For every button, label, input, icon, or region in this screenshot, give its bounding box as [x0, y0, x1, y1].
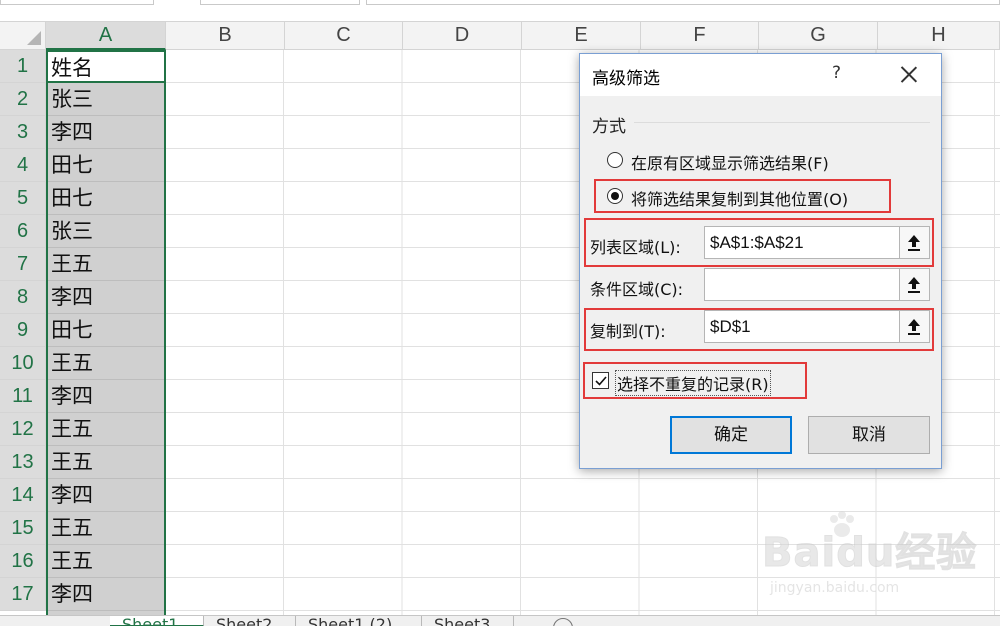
row-header[interactable]: 14: [0, 479, 46, 512]
row-header[interactable]: 2: [0, 83, 46, 116]
close-icon[interactable]: [898, 63, 920, 85]
column-header-h[interactable]: H: [878, 22, 1000, 50]
list-range-input[interactable]: $A$1:$A$21: [704, 226, 900, 259]
cell-a[interactable]: 田七: [48, 314, 164, 347]
list-range-collapse-button[interactable]: [900, 226, 930, 259]
advanced-filter-dialog: 高级筛选 ? 方式 在原有区域显示筛选结果(F) 将筛选结果复制到其他位置(O)…: [579, 53, 942, 469]
row-header[interactable]: 8: [0, 281, 46, 314]
copy-to-input[interactable]: $D$1: [704, 310, 900, 343]
dialog-title: 高级筛选: [592, 69, 660, 89]
row-header[interactable]: 11: [0, 380, 46, 413]
row-header[interactable]: 5: [0, 182, 46, 215]
cancel-button[interactable]: 取消: [808, 416, 930, 454]
sheet-tab-sheet2[interactable]: Sheet2: [204, 616, 296, 626]
cell-a[interactable]: 田七: [48, 149, 164, 182]
cell-a[interactable]: 张三: [48, 83, 164, 116]
mode-group-label: 方式: [592, 117, 626, 137]
unique-records-checkbox[interactable]: [592, 372, 609, 389]
collapse-arrow-icon: [908, 277, 920, 293]
cell-a[interactable]: 王五: [48, 413, 164, 446]
row-header[interactable]: 16: [0, 545, 46, 578]
collapse-arrow-icon: [908, 235, 920, 251]
unique-records-label[interactable]: 选择不重复的记录(R): [615, 370, 771, 396]
row-header[interactable]: 9: [0, 314, 46, 347]
sheet-tab-sheet1-2[interactable]: Sheet1 (2): [296, 616, 422, 626]
criteria-range-label: 条件区域(C):: [590, 280, 684, 299]
dialog-titlebar: 高级筛选 ?: [580, 54, 941, 96]
cell-a[interactable]: 李四: [48, 479, 164, 512]
row-header[interactable]: 4: [0, 149, 46, 182]
column-header-a[interactable]: A: [46, 22, 166, 50]
sheet-tab-sheet1[interactable]: Sheet1: [110, 616, 204, 626]
criteria-range-input[interactable]: [704, 268, 900, 301]
cell-a[interactable]: 王五: [48, 347, 164, 380]
checkmark-icon: [595, 376, 607, 386]
cell-a[interactable]: 张三: [48, 215, 164, 248]
row-header[interactable]: 17: [0, 578, 46, 611]
row-header[interactable]: 10: [0, 347, 46, 380]
formula-input[interactable]: [366, 0, 1000, 5]
watermark-brand: Baidu经验: [761, 530, 978, 577]
active-cell-a1[interactable]: 姓名: [48, 50, 164, 83]
collapse-arrow-icon: [908, 319, 920, 335]
cell-a[interactable]: 李四: [48, 281, 164, 314]
criteria-range-collapse-button[interactable]: [900, 268, 930, 301]
formula-bar-area: [0, 0, 1000, 22]
column-header-f[interactable]: F: [641, 22, 759, 50]
cell-a[interactable]: 王五: [48, 512, 164, 545]
list-range-label: 列表区域(L):: [590, 238, 681, 257]
cell-a[interactable]: 王五: [48, 545, 164, 578]
group-divider: [634, 122, 930, 123]
watermark-url: jingyan.baidu.com: [770, 580, 900, 596]
toolbar-segment: [200, 0, 360, 5]
cell-a[interactable]: 田七: [48, 182, 164, 215]
cell-a[interactable]: 李四: [48, 578, 164, 611]
copy-to-label: 复制到(T):: [590, 322, 666, 341]
baidu-watermark: Baidu经验 jingyan.baidu.com: [761, 511, 992, 610]
row-header[interactable]: 12: [0, 413, 46, 446]
sheet-tab-sheet3[interactable]: Sheet3: [422, 616, 514, 626]
cell-a[interactable]: 王五: [48, 446, 164, 479]
radio-in-place[interactable]: [607, 152, 623, 168]
column-header-e[interactable]: E: [522, 22, 641, 50]
row-header[interactable]: 15: [0, 512, 46, 545]
row-header[interactable]: 6: [0, 215, 46, 248]
add-sheet-icon[interactable]: [553, 618, 573, 626]
radio-copy-to-other[interactable]: [607, 188, 623, 204]
radio-copy-to-other-label[interactable]: 将筛选结果复制到其他位置(O): [631, 186, 848, 210]
cell-a[interactable]: 王五: [48, 248, 164, 281]
column-header-d[interactable]: D: [403, 22, 522, 50]
column-header-c[interactable]: C: [285, 22, 403, 50]
sheet-tab-bar: Sheet1 Sheet2 Sheet1 (2) Sheet3: [0, 615, 1000, 626]
radio-in-place-label[interactable]: 在原有区域显示筛选结果(F): [631, 150, 829, 174]
row-header[interactable]: 1: [0, 50, 46, 83]
name-box[interactable]: [0, 0, 154, 5]
select-all-corner[interactable]: [0, 22, 46, 50]
column-header-b[interactable]: B: [166, 22, 285, 50]
help-icon[interactable]: ?: [832, 63, 841, 83]
ok-button[interactable]: 确定: [670, 416, 792, 454]
cell-a[interactable]: 李四: [48, 380, 164, 413]
column-header-g[interactable]: G: [759, 22, 878, 50]
row-header[interactable]: 3: [0, 116, 46, 149]
cell-a[interactable]: 李四: [48, 116, 164, 149]
row-header[interactable]: 7: [0, 248, 46, 281]
copy-to-collapse-button[interactable]: [900, 310, 930, 343]
row-header[interactable]: 13: [0, 446, 46, 479]
